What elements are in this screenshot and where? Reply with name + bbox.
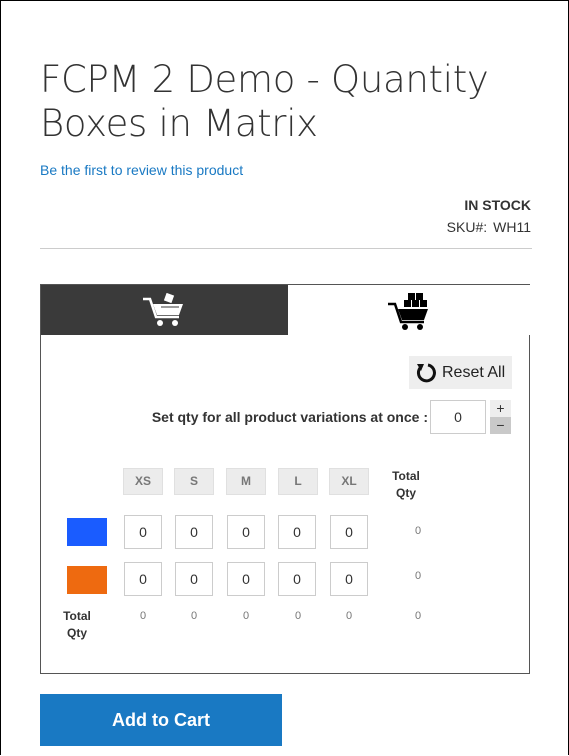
product-title: FCPM 2 Demo - Quantity Boxes in Matrix: [40, 58, 489, 145]
grand-total: 0: [414, 610, 422, 622]
qty-input-orange-l[interactable]: [278, 562, 316, 596]
qty-input-orange-s[interactable]: [175, 562, 213, 596]
total-qty-header: Total Qty: [392, 469, 420, 500]
reset-all-button[interactable]: Reset All: [409, 356, 512, 389]
qty-input-blue-xs[interactable]: [124, 515, 162, 549]
total-qty-row-label: Total Qty: [63, 609, 91, 640]
decrement-button[interactable]: −: [490, 417, 511, 434]
qty-input-blue-m[interactable]: [227, 515, 265, 549]
row-total-blue: 0: [414, 525, 422, 537]
qty-input-orange-m[interactable]: [227, 562, 265, 596]
size-header-l: L: [278, 468, 318, 495]
sku-label: SKU#:: [446, 219, 488, 235]
tab-simple-cart[interactable]: [41, 285, 288, 335]
review-link[interactable]: Be the first to review this product: [40, 162, 243, 178]
reset-label: Reset All: [442, 364, 506, 381]
qty-input-blue-xl[interactable]: [330, 515, 368, 549]
set-all-label: Set qty for all product variations at on…: [151, 409, 428, 425]
column-total-l: 0: [294, 610, 302, 622]
qty-input-blue-s[interactable]: [175, 515, 213, 549]
size-header-m: M: [226, 468, 266, 495]
divider: [40, 248, 532, 249]
cart-with-box-icon: [143, 293, 183, 326]
tab-matrix-cart[interactable]: [288, 285, 531, 335]
color-swatch-blue[interactable]: [67, 518, 107, 546]
sku-value: WH11: [493, 219, 531, 235]
size-header-xl: XL: [329, 468, 369, 495]
quantity-matrix: Reset All Set qty for all product variat…: [40, 284, 531, 674]
column-total-m: 0: [242, 610, 250, 622]
color-swatch-orange[interactable]: [67, 566, 107, 594]
reset-icon: [416, 363, 436, 383]
qty-input-blue-l[interactable]: [278, 515, 316, 549]
sku: SKU#: WH11: [447, 219, 531, 235]
row-total-orange: 0: [414, 570, 422, 582]
column-total-s: 0: [190, 610, 198, 622]
size-header-s: S: [174, 468, 214, 495]
increment-button[interactable]: +: [490, 400, 511, 417]
qty-input-orange-xs[interactable]: [124, 562, 162, 596]
column-total-xs: 0: [139, 610, 147, 622]
set-all-quantity-input[interactable]: [430, 400, 486, 434]
qty-input-orange-xl[interactable]: [330, 562, 368, 596]
size-header-xs: XS: [123, 468, 163, 495]
stock-status: IN STOCK: [464, 197, 531, 213]
cart-with-boxes-icon: [388, 293, 428, 330]
column-total-xl: 0: [345, 610, 353, 622]
add-to-cart-button[interactable]: Add to Cart: [40, 694, 282, 746]
